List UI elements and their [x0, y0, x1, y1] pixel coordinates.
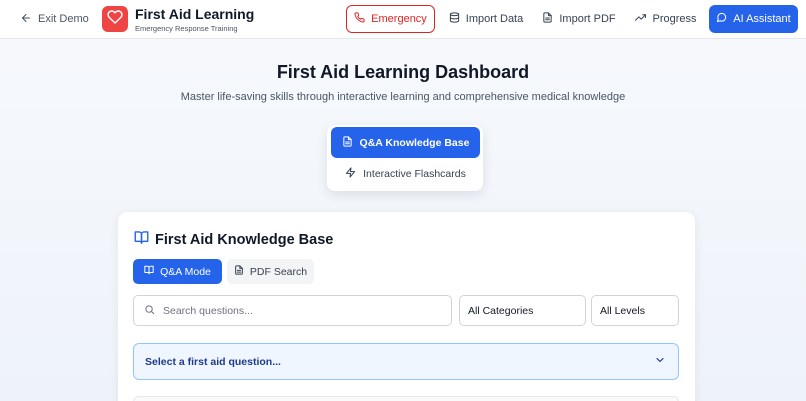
- level-select-value: All Levels: [600, 304, 645, 317]
- learning-mode-switch: Q&A Knowledge Base Interactive Flashcard…: [327, 125, 483, 191]
- level-select[interactable]: All Levels: [591, 295, 679, 326]
- answer-panel: [133, 396, 679, 401]
- knowledge-base-header: First Aid Knowledge Base: [134, 230, 333, 250]
- emergency-button[interactable]: Emergency: [346, 5, 435, 33]
- search-icon: [144, 302, 155, 320]
- phone-icon: [354, 12, 365, 26]
- page-subtitle: Master life-saving skills through intera…: [180, 91, 626, 103]
- file-text-icon: [542, 12, 553, 26]
- tab-qa-mode[interactable]: Q&A Mode: [133, 259, 222, 284]
- category-select-value: All Categories: [468, 304, 534, 317]
- question-dropdown[interactable]: Select a first aid question...: [133, 343, 679, 380]
- exit-demo-label: Exit Demo: [38, 13, 89, 25]
- import-pdf-button[interactable]: Import PDF: [538, 5, 620, 33]
- interactive-flashcards-button[interactable]: Interactive Flashcards: [331, 161, 480, 187]
- progress-label: Progress: [652, 13, 697, 25]
- book-open-icon: [134, 230, 149, 250]
- search-input[interactable]: [163, 304, 443, 317]
- interactive-flashcards-label: Interactive Flashcards: [363, 168, 466, 180]
- knowledge-base-card: First Aid Knowledge Base Q&A Mode PDF Se…: [118, 212, 695, 401]
- import-data-label: Import Data: [465, 13, 524, 25]
- brand-logo: [102, 6, 128, 32]
- progress-button[interactable]: Progress: [632, 5, 700, 33]
- search-field: [133, 295, 452, 326]
- page-title: First Aid Learning Dashboard: [276, 62, 530, 82]
- file-text-icon: [342, 135, 353, 150]
- file-text-icon: [234, 265, 244, 278]
- ai-assistant-button[interactable]: AI Assistant: [709, 5, 798, 33]
- ai-assistant-label: AI Assistant: [733, 13, 791, 25]
- qa-knowledge-base-label: Q&A Knowledge Base: [359, 136, 470, 149]
- tab-qa-mode-label: Q&A Mode: [160, 265, 211, 278]
- message-circle-icon: [716, 12, 727, 26]
- book-open-icon: [144, 265, 154, 278]
- exit-demo-button[interactable]: Exit Demo: [20, 10, 89, 28]
- tab-pdf-search[interactable]: PDF Search: [227, 259, 314, 284]
- question-dropdown-label: Select a first aid question...: [145, 355, 281, 368]
- database-icon: [449, 12, 460, 26]
- category-select[interactable]: All Categories: [459, 295, 586, 326]
- tab-pdf-search-label: PDF Search: [249, 265, 308, 278]
- brand-subtitle: Emergency Response Training: [135, 24, 238, 33]
- qa-knowledge-base-button[interactable]: Q&A Knowledge Base: [331, 127, 480, 158]
- zap-icon: [345, 167, 356, 181]
- brand-title: First Aid Learning: [135, 6, 255, 22]
- import-data-button[interactable]: Import Data: [444, 5, 528, 33]
- knowledge-base-title: First Aid Knowledge Base: [155, 232, 334, 248]
- heart-icon: [107, 9, 123, 30]
- chevron-down-icon: [654, 353, 666, 371]
- trending-up-icon: [635, 12, 647, 26]
- emergency-label: Emergency: [371, 13, 427, 25]
- top-navigation-bar: Exit Demo First Aid Learning Emergency R…: [0, 0, 806, 39]
- import-pdf-label: Import PDF: [559, 13, 616, 25]
- arrow-left-icon: [20, 12, 32, 27]
